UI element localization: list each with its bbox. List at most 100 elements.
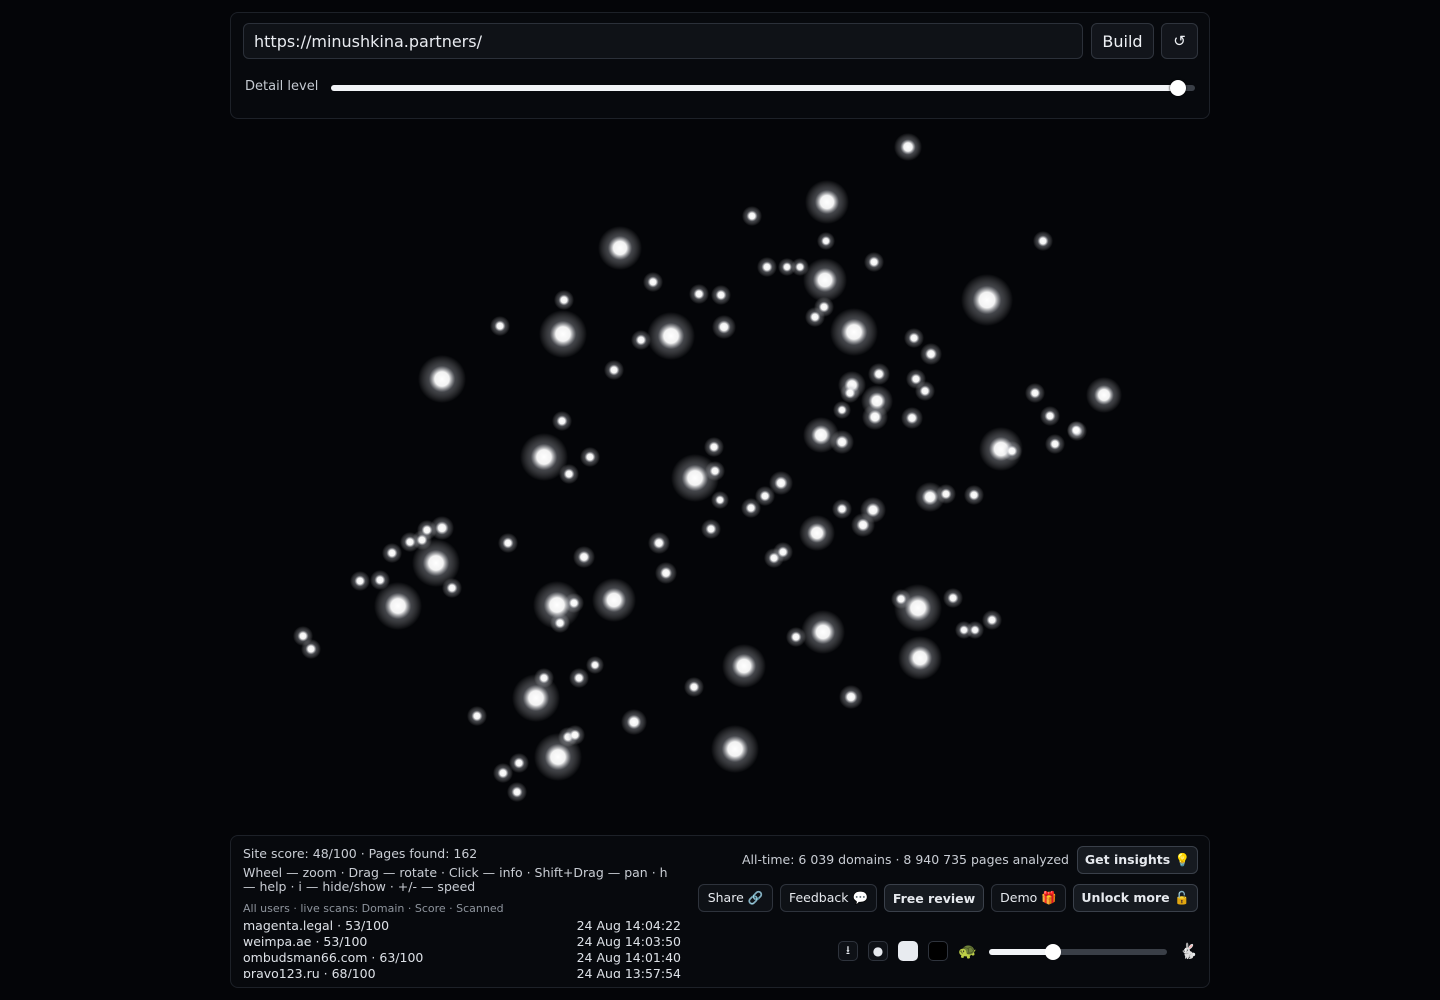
graph-node[interactable] <box>655 562 677 584</box>
url-input[interactable] <box>243 23 1083 59</box>
graph-node[interactable] <box>643 272 663 292</box>
graph-node[interactable] <box>805 307 825 327</box>
graph-node[interactable] <box>904 328 924 348</box>
dark-theme-icon[interactable] <box>928 941 948 961</box>
graph-node[interactable] <box>712 315 736 339</box>
graph-node[interactable] <box>552 411 572 431</box>
graph-node[interactable] <box>1033 231 1053 251</box>
scan-row[interactable]: weimpa.ae · 53/100 24 Aug 14:03:50 <box>243 934 681 950</box>
graph-node[interactable] <box>898 636 942 680</box>
share-button[interactable]: Share 🔗 <box>698 884 773 912</box>
graph-node[interactable] <box>742 206 762 226</box>
graph-node[interactable] <box>830 430 854 454</box>
graph-node[interactable] <box>370 570 390 590</box>
graph-node[interactable] <box>817 232 835 250</box>
graph-node[interactable] <box>704 437 724 457</box>
graph-node[interactable] <box>705 461 725 481</box>
scan-row[interactable]: magenta.legal · 53/100 24 Aug 14:04:22 <box>243 918 681 934</box>
graph-node[interactable] <box>647 312 695 360</box>
graph-node[interactable] <box>592 578 636 622</box>
graph-node[interactable] <box>301 639 321 659</box>
detail-level-thumb[interactable] <box>1169 80 1186 96</box>
graph-node[interactable] <box>961 274 1013 326</box>
graph-node[interactable] <box>832 499 852 519</box>
scan-row[interactable]: pravo123.ru · 68/100 24 Aug 13:57:54 <box>243 966 681 978</box>
graph-node[interactable] <box>490 316 510 336</box>
graph-node[interactable] <box>1067 421 1085 439</box>
unlock-more-button[interactable]: Unlock more 🔓 <box>1073 884 1198 912</box>
graph-node[interactable] <box>534 668 554 688</box>
detail-level-slider[interactable] <box>331 80 1195 96</box>
graph-node[interactable] <box>573 546 595 568</box>
graph-node[interactable] <box>580 447 600 467</box>
graph-node[interactable] <box>564 593 584 613</box>
small-node-size-icon[interactable]: ● <box>868 941 888 961</box>
graph-node[interactable] <box>1002 441 1022 461</box>
graph-node[interactable] <box>631 330 651 350</box>
graph-node[interactable] <box>786 627 806 647</box>
graph-node[interactable] <box>868 363 890 385</box>
graph-node[interactable] <box>701 519 721 539</box>
graph-node[interactable] <box>769 471 793 495</box>
graph-node[interactable] <box>894 133 922 161</box>
graph-node[interactable] <box>400 532 420 552</box>
graph-node[interactable] <box>711 491 729 509</box>
graph-node[interactable] <box>554 290 574 310</box>
graph-node[interactable] <box>1040 406 1060 426</box>
site-graph-canvas[interactable] <box>230 125 1210 830</box>
graph-node[interactable] <box>966 621 984 639</box>
feedback-button[interactable]: Feedback 💬 <box>780 884 877 912</box>
graph-node[interactable] <box>350 571 370 591</box>
download-icon[interactable]: ⭳ <box>838 941 858 961</box>
graph-node[interactable] <box>943 588 963 608</box>
graph-node[interactable] <box>1045 434 1065 454</box>
light-theme-icon[interactable] <box>898 941 918 961</box>
graph-node[interactable] <box>648 532 670 554</box>
demo-button[interactable]: Demo 🎁 <box>991 884 1066 912</box>
speed-thumb[interactable] <box>1045 944 1062 960</box>
graph-node[interactable] <box>803 258 847 302</box>
graph-node[interactable] <box>936 484 956 504</box>
graph-node[interactable] <box>711 725 759 773</box>
graph-node[interactable] <box>840 383 860 403</box>
graph-node[interactable] <box>964 485 984 505</box>
graph-node[interactable] <box>569 668 589 688</box>
graph-node[interactable] <box>833 401 851 419</box>
get-insights-button[interactable]: Get insights 💡 <box>1077 846 1198 874</box>
graph-node[interactable] <box>507 782 527 802</box>
site-graph-svg[interactable] <box>230 125 1210 830</box>
scan-row[interactable]: ombudsman66.com · 63/100 24 Aug 14:01:40 <box>243 950 681 966</box>
graph-node[interactable] <box>684 677 704 697</box>
graph-node[interactable] <box>901 407 923 429</box>
graph-node[interactable] <box>830 308 878 356</box>
graph-node[interactable] <box>920 343 942 365</box>
graph-node[interactable] <box>891 589 911 609</box>
graph-node[interactable] <box>860 497 886 523</box>
graph-node[interactable] <box>550 613 570 633</box>
build-button[interactable]: Build <box>1091 23 1154 59</box>
graph-node[interactable] <box>722 644 766 688</box>
graph-node[interactable] <box>839 685 863 709</box>
graph-node[interactable] <box>430 516 454 540</box>
graph-node[interactable] <box>382 543 402 563</box>
graph-node[interactable] <box>621 709 647 735</box>
graph-node[interactable] <box>604 360 624 380</box>
graph-node[interactable] <box>982 610 1002 630</box>
graph-node[interactable] <box>757 257 777 277</box>
graph-node[interactable] <box>539 310 587 358</box>
graph-node[interactable] <box>598 226 642 270</box>
graph-node[interactable] <box>801 610 845 654</box>
graph-node[interactable] <box>805 180 849 224</box>
graph-node[interactable] <box>442 578 462 598</box>
graph-node[interactable] <box>559 464 579 484</box>
graph-node[interactable] <box>864 252 884 272</box>
graph-node[interactable] <box>586 656 604 674</box>
graph-node[interactable] <box>498 533 518 553</box>
graph-node[interactable] <box>773 542 793 562</box>
graph-node[interactable] <box>493 763 513 783</box>
graph-node[interactable] <box>565 725 585 745</box>
graph-node[interactable] <box>418 355 466 403</box>
free-review-button[interactable]: Free review <box>884 884 984 912</box>
graph-node[interactable] <box>467 706 487 726</box>
graph-node[interactable] <box>1025 383 1045 403</box>
